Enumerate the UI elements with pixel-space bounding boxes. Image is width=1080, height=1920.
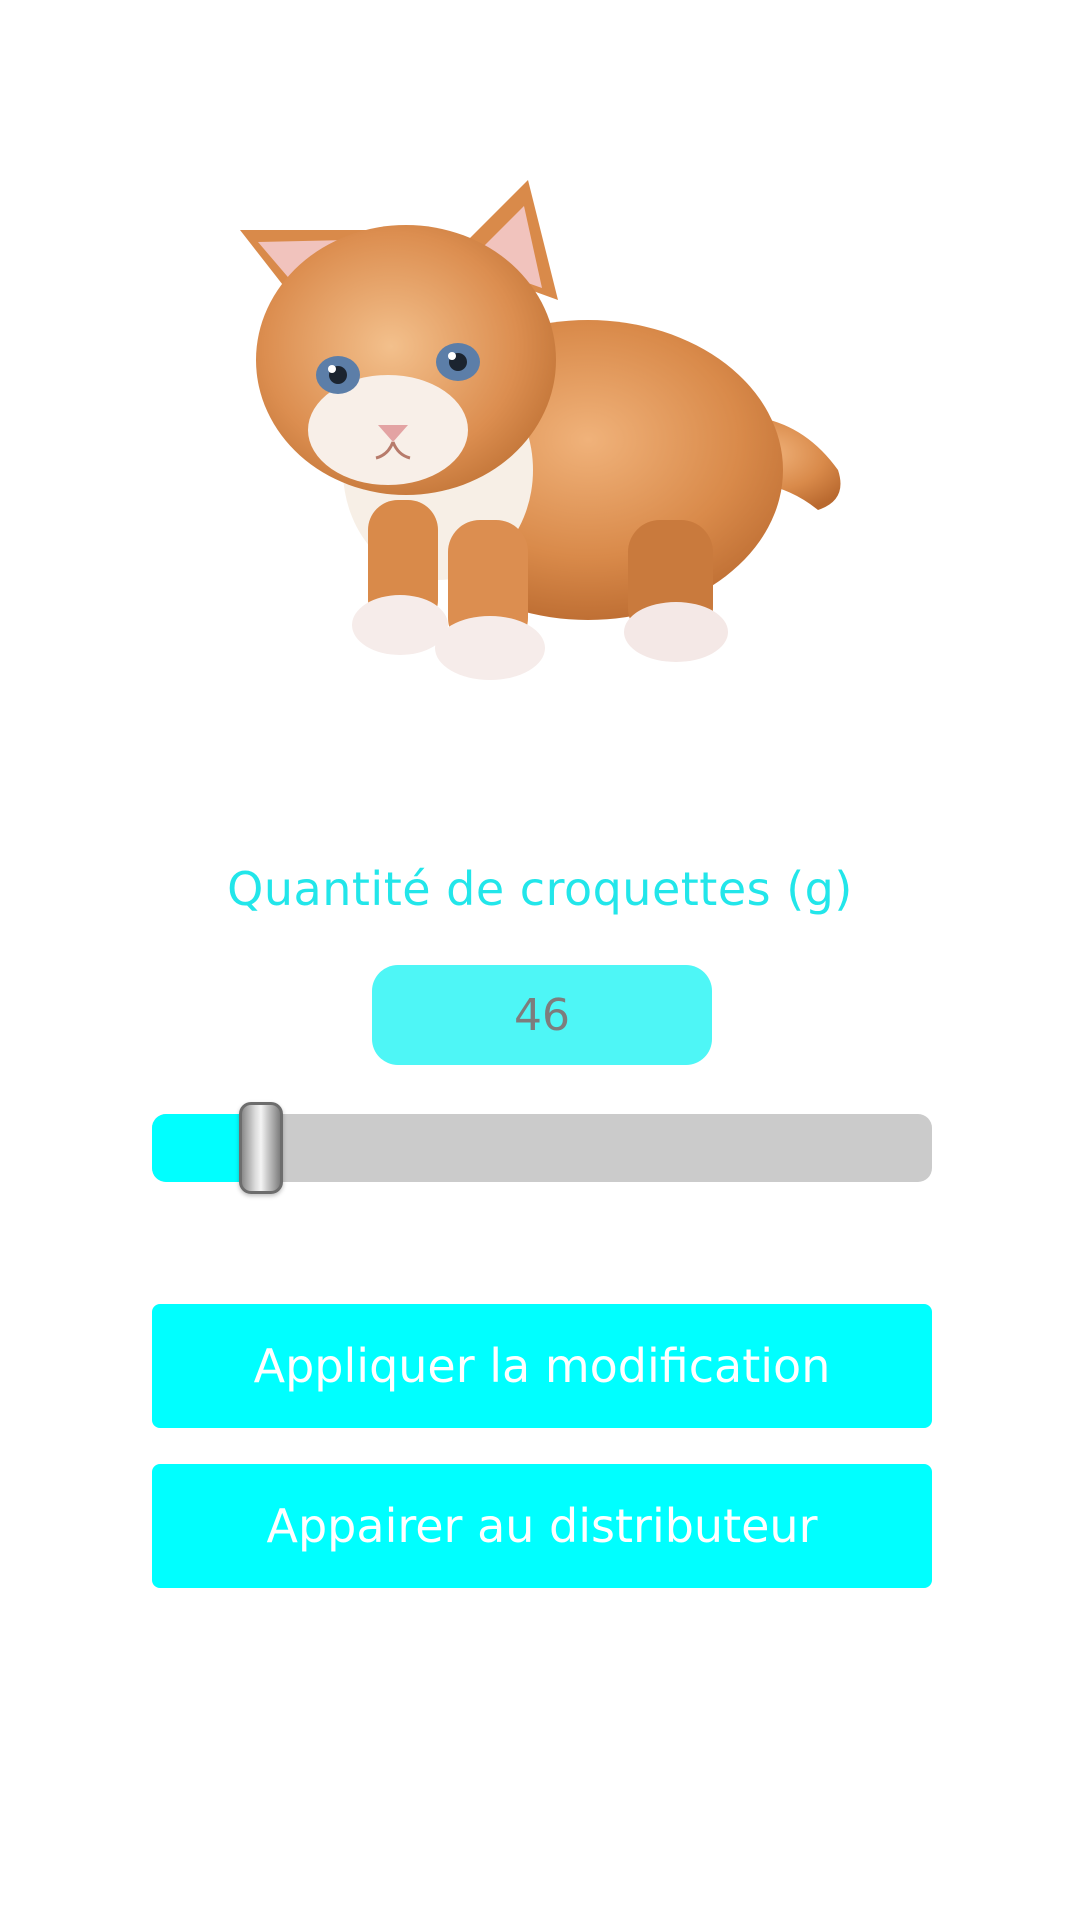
quantity-slider[interactable] — [152, 1102, 932, 1194]
quantity-value-text: 46 — [514, 989, 570, 1041]
quantity-label: Quantité de croquettes (g) — [227, 862, 853, 916]
quantity-value-display: 46 — [372, 965, 712, 1065]
kitten-image — [228, 170, 868, 680]
pair-dispenser-label: Appairer au distributeur — [266, 1499, 818, 1553]
apply-modification-label: Appliquer la modification — [253, 1339, 831, 1393]
pair-dispenser-button[interactable]: Appairer au distributeur — [152, 1464, 932, 1588]
apply-modification-button[interactable]: Appliquer la modification — [152, 1304, 932, 1428]
slider-thumb[interactable] — [239, 1102, 283, 1194]
